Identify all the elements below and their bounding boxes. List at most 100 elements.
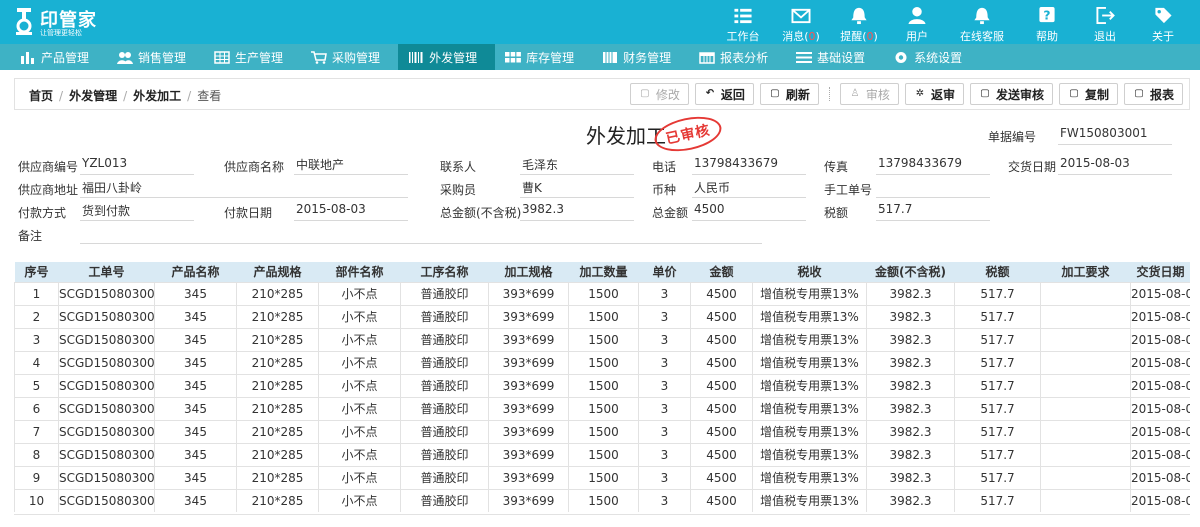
- column-header[interactable]: 部件名称: [318, 262, 401, 282]
- back-button[interactable]: ↶ 返回: [694, 83, 754, 105]
- topnav-help[interactable]: ? 帮助: [1018, 0, 1076, 44]
- module-basic-settings[interactable]: 基础设置: [786, 44, 883, 70]
- topnav-online-service[interactable]: 在线客服: [946, 0, 1018, 44]
- module-inventory[interactable]: 库存管理: [495, 44, 592, 70]
- column-header[interactable]: 金额: [690, 262, 753, 282]
- table-row[interactable]: 1 SCGD150803001 345 210*285 小不点 普通胶印 393*699 15…: [14, 281, 1190, 306]
- table-cell: 517.7: [954, 442, 1041, 467]
- topnav-about[interactable]: 关于: [1134, 0, 1192, 44]
- table-row[interactable]: 2 SCGD150803001 345 210*285 小不点 普通胶印 393*699 15…: [14, 304, 1190, 329]
- supplier-addr-field[interactable]: 福田八卦岭: [80, 178, 408, 198]
- phone-field[interactable]: 13798433679: [692, 155, 806, 175]
- table-row[interactable]: 10 SCGD150803001 345 210*285 小不点 普通胶印 393*699 1…: [14, 488, 1190, 512]
- fax-field[interactable]: 13798433679: [876, 155, 990, 175]
- column-header[interactable]: 工序名称: [400, 262, 489, 282]
- topnav-messages[interactable]: 消息(0): [772, 0, 830, 44]
- table-cell: 210*285: [236, 442, 319, 467]
- module-system-settings[interactable]: 系统设置: [883, 44, 980, 70]
- table-cell: 1500: [568, 419, 639, 444]
- module-outsource[interactable]: 外发管理: [398, 44, 496, 70]
- outsource-form: 外发加工 已审核 单据编号 FW150803001 供应商编号 YZL013 供…: [14, 111, 1190, 256]
- table-row[interactable]: 3 SCGD150803001 345 210*285 小不点 普通胶印 393*699 15…: [14, 327, 1190, 352]
- table-cell: 517.7: [954, 281, 1041, 306]
- delivery-date-field[interactable]: 2015-08-03: [1058, 155, 1172, 175]
- doc-no-field[interactable]: FW150803001: [1058, 125, 1172, 145]
- table-cell: 小不点: [318, 373, 401, 398]
- breadcrumb-page[interactable]: 外发加工: [133, 89, 181, 103]
- audit-button[interactable]: ♙ 审核: [839, 83, 899, 105]
- buyer-label: 采购员: [440, 183, 477, 197]
- column-header[interactable]: 产品规格: [236, 262, 319, 282]
- unaudit-button[interactable]: ✲ 返审: [904, 83, 964, 105]
- ledger-icon: [603, 51, 618, 63]
- column-header[interactable]: 税收: [752, 262, 867, 282]
- module-finance[interactable]: 财务管理: [592, 44, 689, 70]
- send-audit-button[interactable]: ▢ 发送审核: [969, 83, 1053, 105]
- table-cell: 393*699: [488, 442, 569, 467]
- table-cell: 210*285: [236, 281, 319, 306]
- table-row[interactable]: 9 SCGD150803001 345 210*285 小不点 普通胶印 393*699 15…: [14, 465, 1190, 490]
- gear-icon: [895, 51, 907, 63]
- top-header: 印管家 让管理更轻松 工作台 消息(0) 提醒(0) 用户 在线客服 ? 帮助: [0, 0, 1200, 44]
- currency-field[interactable]: 人民币: [692, 178, 806, 198]
- table-row[interactable]: 8 SCGD150803001 345 210*285 小不点 普通胶印 393*699 15…: [14, 442, 1190, 467]
- buyer-field[interactable]: 曹K: [520, 178, 634, 198]
- module-purchase[interactable]: 采购管理: [301, 44, 398, 70]
- column-header[interactable]: 工单号: [58, 262, 155, 282]
- manual-no-field[interactable]: [876, 178, 990, 198]
- table-cell: 345: [154, 465, 237, 490]
- topnav-user[interactable]: 用户: [888, 0, 946, 44]
- module-production[interactable]: 生产管理: [204, 44, 301, 70]
- contact-field[interactable]: 毛泽东: [520, 155, 634, 175]
- table-body: 1 SCGD150803001 345 210*285 小不点 普通胶印 393*699 15…: [14, 281, 1190, 512]
- column-header[interactable]: 加工规格: [488, 262, 569, 282]
- column-header[interactable]: 交货日期: [1130, 262, 1190, 282]
- table-cell: 3982.3: [866, 488, 955, 512]
- breadcrumb-section[interactable]: 外发管理: [69, 89, 117, 103]
- column-header[interactable]: 加工要求: [1040, 262, 1131, 282]
- topnav-workbench[interactable]: 工作台: [714, 0, 772, 44]
- fax-label: 传真: [824, 160, 849, 174]
- topnav-exit-label: 退出: [1094, 30, 1116, 43]
- column-header[interactable]: 单价: [638, 262, 691, 282]
- edit-button[interactable]: ▢ 修改: [629, 83, 689, 105]
- breadcrumb-home[interactable]: 首页: [29, 89, 53, 103]
- action-toolbar: ▢ 修改 ↶ 返回 ▢ 刷新 ♙ 审核 ✲ 返审 ▢ 发送审核 ▢ 复制 ▢ 报表: [624, 83, 1183, 105]
- remark-field[interactable]: [80, 224, 762, 244]
- payment-method-field[interactable]: 货到付款: [80, 201, 194, 221]
- table-cell: 增值税专用票13%: [752, 304, 867, 329]
- table-cell: 210*285: [236, 304, 319, 329]
- table-cell: 3982.3: [866, 442, 955, 467]
- module-reports[interactable]: 报表分析: [689, 44, 786, 70]
- table-cell: 517.7: [954, 350, 1041, 375]
- topnav-reminders[interactable]: 提醒(0): [830, 0, 888, 44]
- column-header[interactable]: 税额: [954, 262, 1041, 282]
- tax-field[interactable]: 517.7: [876, 201, 990, 221]
- table-cell: 小不点: [318, 350, 401, 375]
- column-header[interactable]: 序号: [14, 262, 59, 282]
- column-header[interactable]: 加工数量: [568, 262, 639, 282]
- table-cell: 2015-08-0: [1130, 465, 1190, 490]
- table-cell: 393*699: [488, 327, 569, 352]
- supplier-name-field[interactable]: 中联地产: [294, 155, 408, 175]
- app-logo[interactable]: 印管家 让管理更轻松: [14, 6, 114, 38]
- refresh-button[interactable]: ▢ 刷新: [759, 83, 819, 105]
- total-field[interactable]: 4500: [692, 201, 806, 221]
- column-header[interactable]: 产品名称: [154, 262, 237, 282]
- report-button[interactable]: ▢ 报表: [1123, 83, 1183, 105]
- total-ex-tax-field[interactable]: 3982.3: [520, 201, 634, 221]
- supplier-code-field[interactable]: YZL013: [80, 155, 194, 175]
- table-cell: [1040, 465, 1131, 490]
- table-row[interactable]: 7 SCGD150803001 345 210*285 小不点 普通胶印 393*699 15…: [14, 419, 1190, 444]
- table-row[interactable]: 6 SCGD150803001 345 210*285 小不点 普通胶印 393*699 15…: [14, 396, 1190, 421]
- table-cell: 393*699: [488, 304, 569, 329]
- module-product[interactable]: 产品管理: [10, 44, 107, 70]
- column-header[interactable]: 金额(不含税): [866, 262, 955, 282]
- payment-date-field[interactable]: 2015-08-03: [294, 201, 408, 221]
- barcode-icon: [409, 51, 423, 63]
- module-sales[interactable]: 销售管理: [107, 44, 204, 70]
- topnav-exit[interactable]: 退出: [1076, 0, 1134, 44]
- table-row[interactable]: 5 SCGD150803001 345 210*285 小不点 普通胶印 393*699 15…: [14, 373, 1190, 398]
- copy-button[interactable]: ▢ 复制: [1058, 83, 1118, 105]
- table-row[interactable]: 4 SCGD150803001 345 210*285 小不点 普通胶印 393*699 15…: [14, 350, 1190, 375]
